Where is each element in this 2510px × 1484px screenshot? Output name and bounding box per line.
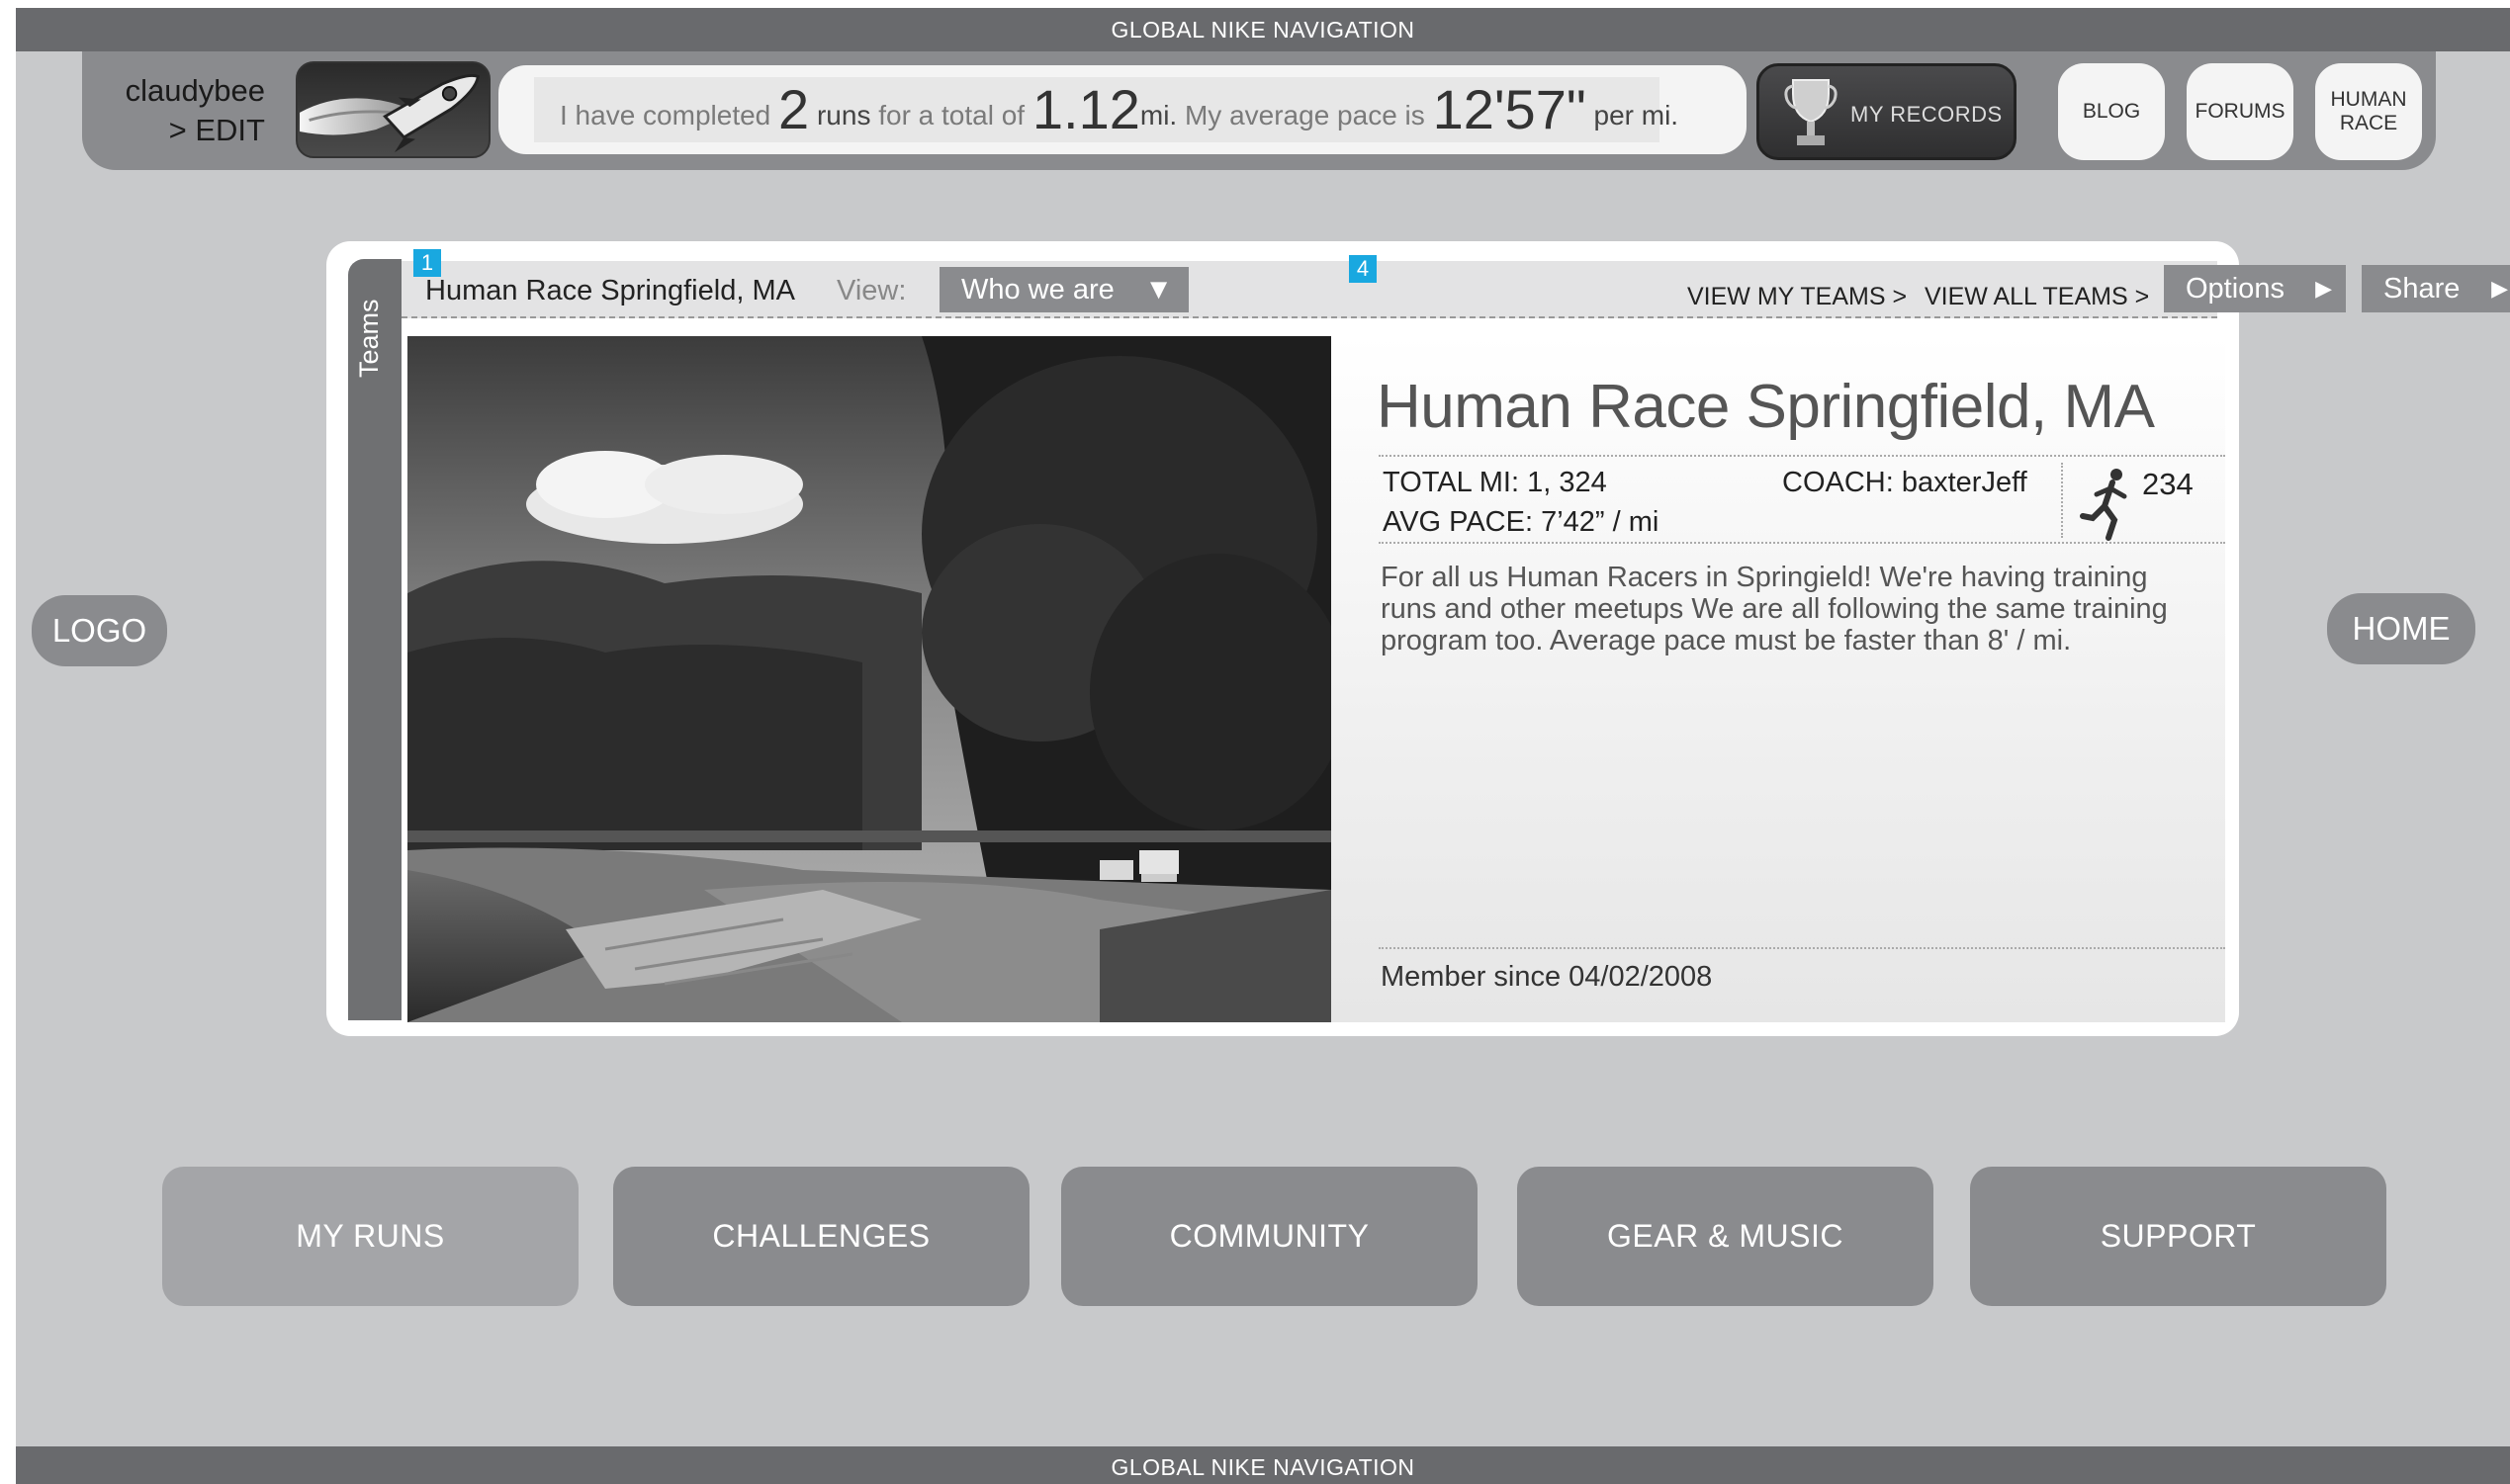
avatar[interactable]: [296, 61, 491, 158]
runner-icon: [2080, 469, 2127, 541]
view-label: View:: [837, 275, 907, 306]
chevron-down-icon: ▼: [1144, 274, 1173, 306]
view-dropdown-value: Who we are: [961, 274, 1115, 306]
since-divider: [1379, 947, 2225, 949]
team-stats: TOTAL MI: 1, 324 AVG PACE: 7’42” / mi CO…: [1379, 455, 2225, 544]
runs-unit: runs: [816, 100, 871, 131]
nav-challenges[interactable]: CHALLENGES: [613, 1167, 1030, 1306]
team-title: Human Race Springfield, MA: [1377, 373, 2155, 441]
member-since: Member since 04/02/2008: [1381, 961, 1713, 993]
average-pace: 12'57": [1432, 78, 1586, 140]
coach-link[interactable]: COACH: baxterJeff: [1782, 467, 2027, 499]
view-all-teams-link[interactable]: VIEW ALL TEAMS >: [1925, 283, 2149, 311]
annotation-marker-1: 1: [413, 249, 441, 277]
pace-text: My average pace is: [1184, 100, 1425, 131]
total-miles-stat: TOTAL MI: 1, 324: [1383, 467, 1607, 498]
rocket-icon: [300, 74, 480, 153]
nav-support[interactable]: SUPPORT: [1970, 1167, 2386, 1306]
share-label: Share: [2383, 273, 2461, 305]
teams-tab[interactable]: Teams: [348, 259, 402, 1020]
view-dropdown[interactable]: Who we are ▼: [940, 267, 1189, 312]
global-nav-top[interactable]: GLOBAL NIKE NAVIGATION: [16, 8, 2510, 51]
team-card: Teams Human Race Springfield, MA View: W…: [326, 241, 2510, 1036]
pace-unit: per mi.: [1593, 100, 1679, 131]
annotation-marker-4: 4: [1349, 255, 1377, 283]
user-bar: claudybee > EDIT I have completed 2 runs…: [82, 51, 2436, 170]
share-button[interactable]: Share ▶: [2362, 265, 2510, 312]
play-arrow-icon: ▶: [2491, 276, 2508, 301]
forums-button[interactable]: FORUMS: [2187, 63, 2293, 160]
member-count: 234: [2142, 467, 2194, 501]
nav-gear-music[interactable]: GEAR & MUSIC: [1517, 1167, 1933, 1306]
blog-button[interactable]: BLOG: [2058, 63, 2165, 160]
teams-tab-label: Teams: [354, 299, 384, 378]
run-summary-text: I have completed 2 runs for a total of 1…: [534, 77, 1678, 142]
nav-community[interactable]: COMMUNITY: [1061, 1167, 1478, 1306]
user-profile-link[interactable]: claudybee > EDIT: [112, 71, 265, 150]
team-photo: [407, 336, 1331, 1022]
summary-mid: for a total of: [878, 100, 1026, 131]
run-summary: I have completed 2 runs for a total of 1…: [498, 65, 1747, 154]
summary-prefix: I have completed: [560, 100, 771, 131]
nav-my-runs[interactable]: MY RUNS: [162, 1167, 579, 1306]
trophy-icon: [1784, 79, 1838, 145]
my-records-button[interactable]: MY RECORDS: [1756, 63, 2017, 160]
logo-button[interactable]: LOGO: [32, 595, 167, 666]
team-info-panel: Human Race Springfield, MA TOTAL MI: 1, …: [1331, 336, 2225, 1022]
home-button[interactable]: HOME: [2327, 593, 2475, 664]
username: claudybee: [125, 73, 265, 108]
edit-profile-link[interactable]: > EDIT: [112, 111, 265, 150]
runs-count: 2: [778, 78, 810, 140]
miles-unit: mi.: [1139, 100, 1178, 131]
page-canvas: GLOBAL NIKE NAVIGATION claudybee > EDIT: [16, 8, 2510, 1484]
total-miles: 1.12: [1031, 78, 1140, 140]
team-description: For all us Human Racers in Springield! W…: [1381, 562, 2168, 656]
stats-divider: [2061, 463, 2063, 538]
toolbar-team-name: Human Race Springfield, MA: [425, 275, 795, 306]
global-nav-bottom[interactable]: GLOBAL NIKE NAVIGATION: [16, 1446, 2510, 1484]
play-arrow-icon: ▶: [2315, 276, 2332, 301]
avg-pace-stat: AVG PACE: 7’42” / mi: [1383, 506, 1659, 538]
human-race-button[interactable]: HUMAN RACE: [2315, 63, 2422, 160]
options-button[interactable]: Options ▶: [2164, 265, 2346, 312]
view-my-teams-link[interactable]: VIEW MY TEAMS >: [1687, 283, 1907, 311]
my-records-label: MY RECORDS: [1850, 102, 2003, 127]
options-label: Options: [2186, 273, 2285, 305]
team-toolbar: Human Race Springfield, MA View: Who we …: [402, 261, 2510, 318]
